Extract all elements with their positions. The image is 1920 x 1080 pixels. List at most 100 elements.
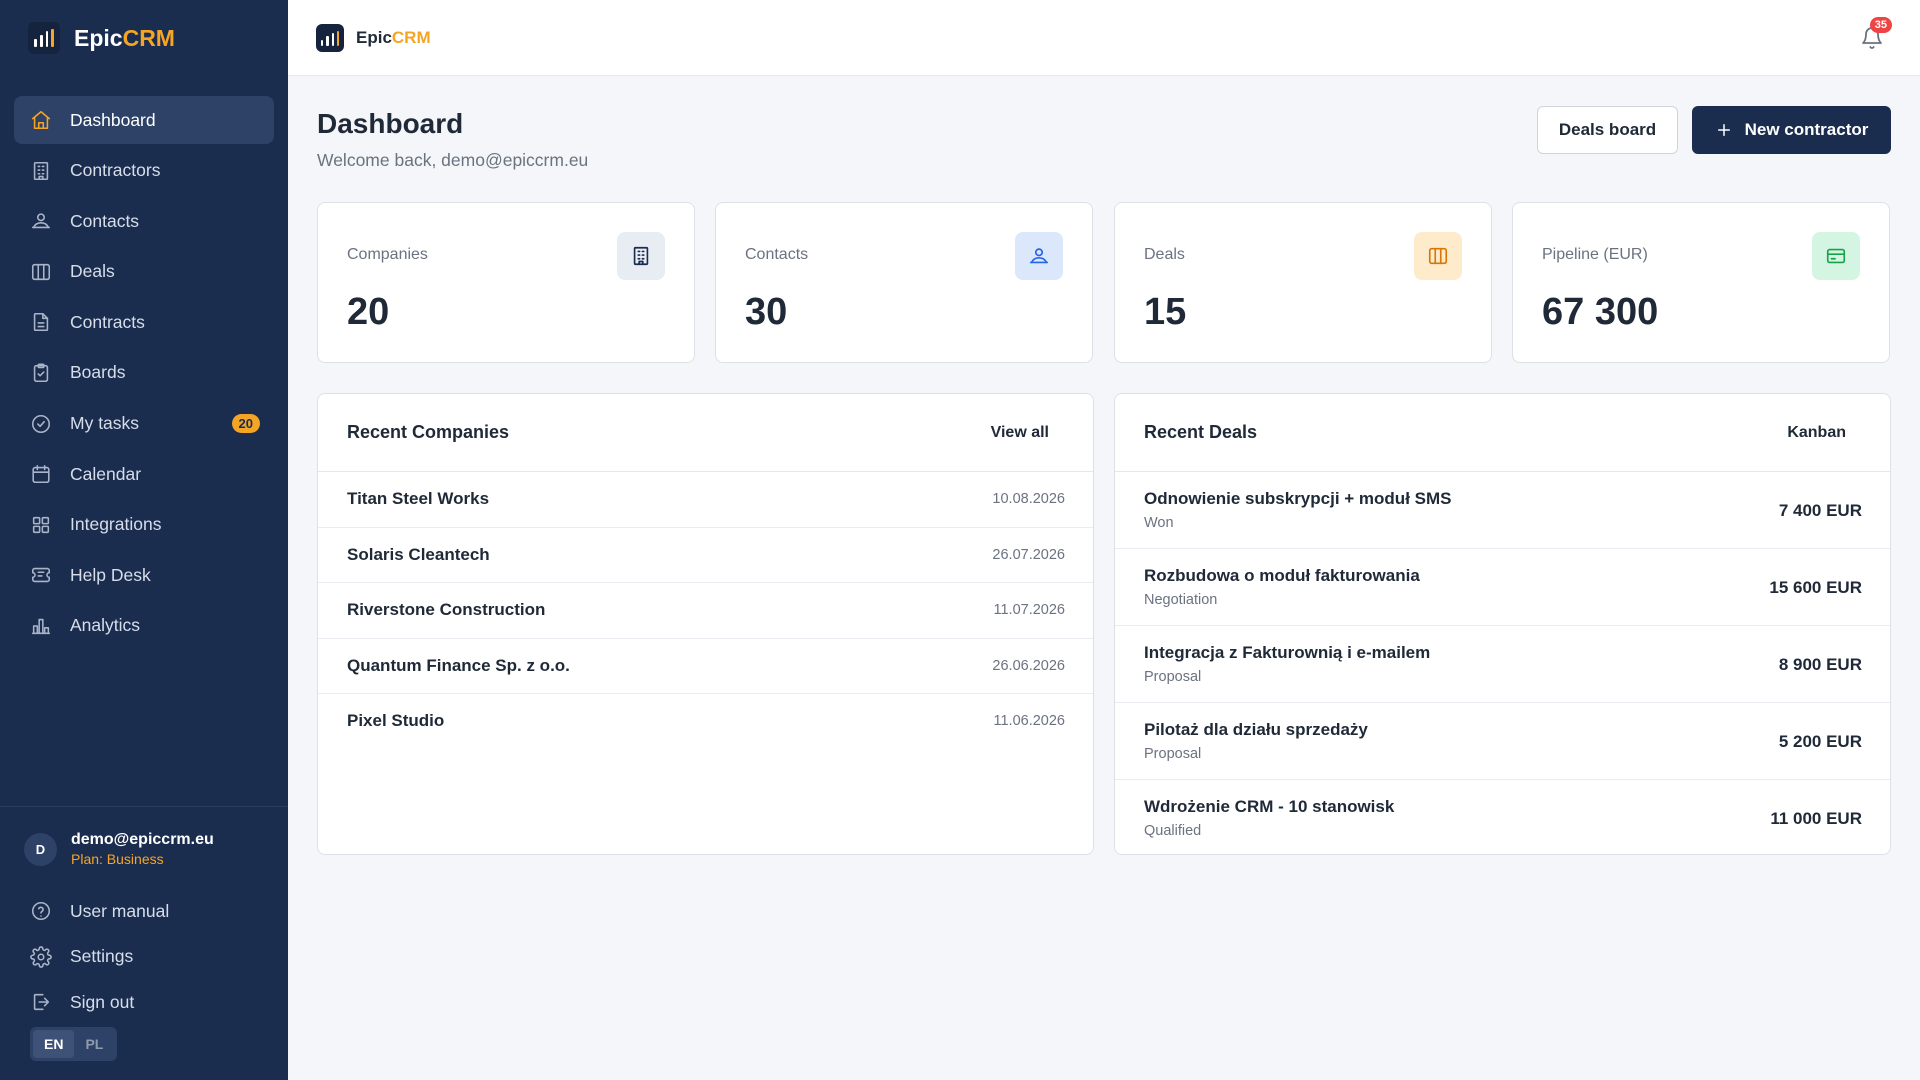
deal-stage: Won <box>1144 515 1174 531</box>
check-circle-icon <box>31 414 51 433</box>
recent-companies-header: Recent Companies View all <box>318 394 1093 472</box>
credit-card-icon <box>1826 248 1846 264</box>
company-name: Titan Steel Works <box>347 489 490 508</box>
view-all-link[interactable]: View all <box>991 424 1049 442</box>
company-name: Quantum Finance Sp. z o.o. <box>347 655 570 675</box>
sidebar-link-label: Settings <box>70 946 134 966</box>
sidebar-item-label: Help Desk <box>70 564 151 585</box>
sidebar-link-label: User manual <box>70 900 170 921</box>
sidebar-item-label: Boards <box>70 362 126 383</box>
sidebar-link-user-manual[interactable]: User manual <box>14 889 274 933</box>
deal-name: Pilotaż dla działu sprzedaży <box>1144 720 1368 739</box>
contacts-icon <box>31 213 51 229</box>
sidebar-item-label: Deals <box>70 261 115 282</box>
notification-badge: 35 <box>1869 17 1892 33</box>
clipboard-icon <box>33 363 49 382</box>
sidebar-item-label: Dashboard <box>70 109 156 130</box>
deal-amount: 5 200 EUR <box>1778 732 1862 751</box>
table-row[interactable]: Titan Steel Works 10.08.2026 <box>318 472 1093 528</box>
deal-name: Rozbudowa o moduł fakturowania <box>1144 566 1420 585</box>
sidebar-item-boards[interactable]: Boards <box>14 349 274 397</box>
home-icon <box>31 110 51 130</box>
document-icon <box>33 313 49 332</box>
table-row[interactable]: Odnowienie subskrypcji + moduł SMS Won 7 4… <box>1115 472 1890 549</box>
new-contractor-button[interactable]: New contractor <box>1692 106 1891 154</box>
sidebar-item-deals[interactable]: Deals <box>14 248 274 296</box>
language-en[interactable]: EN <box>33 1030 75 1058</box>
table-row[interactable]: Rozbudowa o moduł fakturowania Negotiatio… <box>1115 549 1890 626</box>
sidebar-item-my-tasks[interactable]: My tasks 20 <box>14 400 274 448</box>
stat-card-deals: Deals 15 <box>1114 202 1492 363</box>
ticket-icon <box>31 568 51 583</box>
stat-label: Contacts <box>745 246 809 263</box>
plus-icon <box>1717 124 1730 136</box>
language-switcher: EN PL <box>30 1027 118 1061</box>
company-name: Pixel Studio <box>347 711 445 730</box>
columns-icon <box>31 263 51 280</box>
stat-label: Pipeline (EUR) <box>1542 246 1648 263</box>
company-name: Riverstone Construction <box>347 600 546 619</box>
sidebar-item-help-desk[interactable]: Help Desk <box>14 551 274 599</box>
stat-icon-box <box>617 232 665 280</box>
company-name: Solaris Cleantech <box>347 544 490 564</box>
topbar-brand[interactable]: EpicCRM <box>316 24 431 52</box>
table-row[interactable]: Pilotaż dla działu sprzedaży Proposal 5 20… <box>1115 703 1890 780</box>
sidebar-item-label: Analytics <box>70 615 141 636</box>
avatar: D <box>24 832 57 866</box>
bar-chart-icon <box>31 618 51 635</box>
table-row[interactable]: Integracja z Fakturownią i e-mailem Propo… <box>1115 626 1890 703</box>
table-row[interactable]: Wdrożenie CRM - 10 stanowisk Qualified 11 … <box>1115 780 1890 854</box>
recent-companies-title: Recent Companies <box>347 422 510 442</box>
deal-stage: Proposal <box>1144 669 1202 685</box>
sidebar-item-integrations[interactable]: Integrations <box>14 501 274 549</box>
page-subtitle: Welcome back, demo@epiccrm.eu <box>317 150 589 170</box>
deals-board-button[interactable]: Deals board <box>1537 106 1678 154</box>
sidebar-item-contacts[interactable]: Contacts <box>14 197 274 245</box>
company-date: 10.08.2026 <box>992 491 1065 507</box>
stat-label: Companies <box>347 246 428 263</box>
table-row[interactable]: Quantum Finance Sp. z o.o. 26.06.2026 <box>318 639 1093 694</box>
tasks-count-badge: 20 <box>231 413 260 433</box>
page-title: Dashboard <box>317 108 464 139</box>
company-date: 11.06.2026 <box>993 713 1066 729</box>
sidebar-item-contracts[interactable]: Contracts <box>14 298 274 346</box>
stat-icon-box <box>1015 232 1063 280</box>
deal-stage: Proposal <box>1144 746 1202 762</box>
sidebar-item-analytics[interactable]: Analytics <box>14 602 274 650</box>
sidebar-item-contractors[interactable]: Contractors <box>14 147 274 195</box>
deal-stage: Qualified <box>1144 823 1202 839</box>
logo-icon <box>28 22 60 54</box>
deal-name: Odnowienie subskrypcji + moduł SMS <box>1144 489 1452 508</box>
recent-deals-header: Recent Deals Kanban <box>1115 394 1890 472</box>
kanban-link[interactable]: Kanban <box>1787 424 1846 442</box>
table-row[interactable]: Solaris Cleantech 26.07.2026 <box>318 528 1093 583</box>
language-pl[interactable]: PL <box>74 1030 114 1058</box>
deal-amount: 15 600 EUR <box>1769 578 1862 597</box>
sidebar-item-dashboard[interactable]: Dashboard <box>14 96 274 144</box>
sidebar-link-settings[interactable]: Settings <box>14 935 274 979</box>
sign-out-icon <box>33 993 50 1011</box>
table-row[interactable]: Riverstone Construction 11.07.2026 <box>318 583 1093 639</box>
user-profile[interactable]: D demo@epiccrm.eu Plan: Business <box>24 831 214 867</box>
stat-card-companies: Companies 20 <box>317 202 695 363</box>
recent-deals-panel: Recent Deals Kanban Odnowienie subskrypc… <box>1114 393 1891 855</box>
calendar-icon <box>32 465 50 484</box>
sidebar-link-sign-out[interactable]: Sign out <box>14 980 274 1024</box>
help-circle-icon <box>31 901 51 921</box>
contacts-icon <box>1029 248 1049 264</box>
sidebar-item-label: Integrations <box>70 514 162 535</box>
sidebar-brand[interactable]: EpicCRM <box>28 22 175 54</box>
brand-name: EpicCRM <box>356 28 431 47</box>
recent-deals-title: Recent Deals <box>1144 422 1258 442</box>
deal-amount: 7 400 EUR <box>1778 501 1862 520</box>
stat-value: 30 <box>745 291 788 333</box>
table-row[interactable]: Pixel Studio 11.06.2026 <box>318 694 1093 750</box>
sidebar-item-label: Calendar <box>70 463 142 484</box>
company-date: 11.07.2026 <box>993 602 1066 618</box>
sidebar-item-calendar[interactable]: Calendar <box>14 450 274 498</box>
sidebar: EpicCRM Dashboard Contractors Contacts Deal… <box>0 0 288 1080</box>
company-date: 26.06.2026 <box>992 657 1065 674</box>
sidebar-nav: Dashboard Contractors Contacts Deals Contrac… <box>14 96 274 653</box>
recent-companies-list: Titan Steel Works 10.08.2026 Solaris Clean… <box>318 472 1093 750</box>
stat-value: 67 300 <box>1542 291 1659 333</box>
